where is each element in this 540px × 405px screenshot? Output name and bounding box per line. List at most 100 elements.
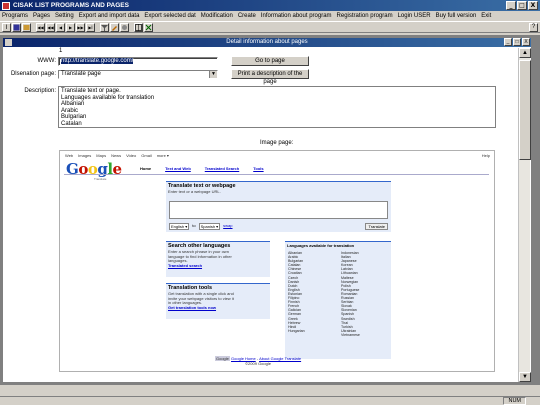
language-item: Hungarian [288,328,305,333]
filter-icon[interactable] [100,22,109,32]
description-textarea[interactable]: Translate text or page. Languages availa… [58,86,496,128]
menu-create[interactable]: Create [238,13,256,19]
google-nav-item: Maps [96,153,107,158]
divider [64,174,489,175]
next-icon[interactable]: ▶ [66,22,75,32]
to-word: to [192,223,196,228]
num-lock-indicator: NUM [503,397,526,405]
google-tab: Translated Search [204,166,240,171]
page-screenshot-image: Web Images Maps News Video Gmail more ▾ … [59,150,495,372]
www-input[interactable]: http://translate.google.com/ [58,57,218,66]
google-footer: Google Google Home - About Google Transl… [215,356,302,366]
window-menu-icon[interactable] [5,39,12,46]
languages-title: Languages available for translation [287,243,355,248]
footer-copyright: ©2009 Google [245,361,271,366]
google-help: Help [481,153,490,158]
first-record-icon[interactable]: I [2,22,11,32]
menu-information[interactable]: Information about program [261,13,332,19]
languages-box: Languages available for translation Alba… [285,241,391,359]
google-nav-item: News [111,153,122,158]
google-tab: Text and Web [165,166,191,171]
google-nav-item: more ▾ [156,153,169,158]
google-logo-sub: Translate [94,177,107,181]
menu-registration[interactable]: Registration program [337,13,393,19]
vertical-scrollbar[interactable]: ▲ ▼ [518,48,531,382]
designation-label: Dlsenation page: [10,71,56,77]
www-label: WWW: [37,58,56,64]
swap-link: swap [223,223,233,228]
menu-setting[interactable]: Setting [55,13,74,19]
menu-login[interactable]: Login USER [398,13,431,19]
maximize-button[interactable]: □ [517,1,527,10]
google-tab: Home [140,166,152,171]
toolbar: I ◀◀ ◀◀ ◀ ▶ ▶▶ ▶I [0,21,540,33]
go-to-page-button[interactable]: Go to page [231,56,309,66]
child-minimize-button[interactable]: _ [504,38,512,46]
help-icon[interactable]: ? [529,23,538,32]
google-nav-item: Gmail [141,153,152,158]
www-value: http://translate.google.com/ [61,58,134,64]
designation-value: Translate page [61,71,101,77]
languages-col-2: Indonesian Italian Japanese Korean Latvian Li… [341,251,360,337]
detail-window-title: Detail information about pages [226,39,308,45]
child-close-button[interactable]: X [522,38,530,46]
edit-icon[interactable] [110,22,119,32]
translate-button: Translate [365,223,388,230]
google-tab: Tools [253,166,264,171]
records-icon[interactable] [22,22,31,32]
translate-textarea [169,201,388,219]
record-number: 1 [59,48,63,54]
translate-controls: English ▾ to Spanish ▾ swap [169,223,233,230]
menu-programs[interactable]: Programs [2,13,28,19]
detail-window-title-bar: Detail information about pages _ □ X [3,38,531,47]
description-line: Catalan [61,120,82,127]
google-nav-item: Web [65,153,74,158]
menu-export-import[interactable]: Export and import data [79,13,140,19]
last-icon[interactable]: ▶I [86,22,95,32]
image-page-label: Image page: [260,140,294,146]
scroll-up-icon[interactable]: ▲ [519,48,531,58]
chevron-down-icon[interactable]: ▼ [209,71,217,78]
google-logo: Google [66,160,122,178]
google-nav: Web Images Maps News Video Gmail more ▾ [65,153,169,158]
language-item: Lithuanian [341,271,358,276]
to-lang: Spanish ▾ [198,223,221,230]
scroll-thumb[interactable] [519,60,531,160]
designation-select[interactable]: Translate page ▼ [58,70,218,79]
delete-icon[interactable] [144,22,153,32]
menu-pages[interactable]: Pages [33,13,50,19]
google-nav-item: Images [78,153,92,158]
tools-icon[interactable] [120,22,129,32]
minimize-button[interactable]: _ [506,1,516,10]
menu-modification[interactable]: Modification [201,13,233,19]
language-item: Vietnamese [341,332,360,337]
footer-badge: Google [215,356,230,361]
menu-bar: Programs Pages Setting Export and import… [0,11,540,21]
status-bar: NUM [0,396,540,405]
menu-buy[interactable]: Buy full version [436,13,477,19]
search-languages-box: Search other languages Enter a search ph… [166,241,270,277]
prev-icon[interactable]: ◀ [56,22,65,32]
app-icon [2,1,10,10]
google-tabs: Home Text and Web Translated Search Tool… [140,166,264,171]
menu-exit[interactable]: Exit [481,13,491,19]
description-label: Description: [24,88,56,94]
app-title-bar: CISAK LIST PROGRAMS AND PAGES _ □ X [0,0,540,11]
rewind-icon[interactable]: ◀◀ [46,22,55,32]
translation-tools-box: Translation tools Get translation with a… [166,283,270,319]
app-title: CISAK LIST PROGRAMS AND PAGES [13,2,129,9]
search-link: Translated search [168,262,203,268]
child-maximize-button[interactable]: □ [513,38,521,46]
close-button[interactable]: X [528,1,538,10]
grid-icon[interactable] [134,22,143,32]
scroll-down-icon[interactable]: ▼ [519,372,531,382]
menu-export-selected[interactable]: Export selected dat [144,13,195,19]
google-nav-item: Video [126,153,137,158]
first-icon[interactable]: ◀◀ [36,22,45,32]
forward-icon[interactable]: ▶▶ [76,22,85,32]
translate-box: Translate text or webpage Enter text or … [166,181,391,232]
from-lang: English ▾ [169,223,190,230]
save-icon[interactable] [12,22,21,32]
print-description-button[interactable]: Print a description of the page [231,69,309,85]
tools-link: Get translation tools now [168,304,217,310]
